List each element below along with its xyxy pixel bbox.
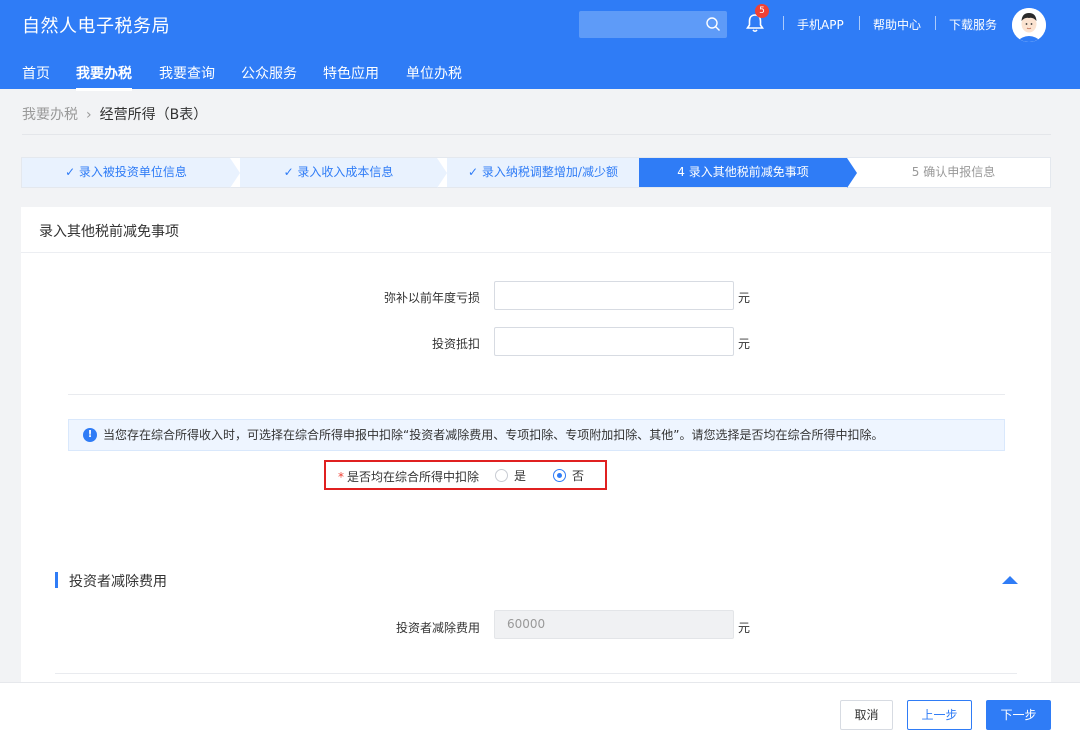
search-input[interactable] (579, 11, 727, 38)
cancel-button[interactable]: 取消 (840, 700, 893, 730)
unit-label: 元 (738, 291, 751, 305)
nav-item-unit-tax[interactable]: 单位办税 (406, 63, 462, 83)
investor-deduction-input: 60000 (494, 610, 734, 639)
radio-no-label[interactable]: 否 (572, 467, 584, 484)
breadcrumb-current: 经营所得（B表） (99, 107, 208, 123)
action-footer: 取消 上一步 下一步 (0, 682, 1080, 737)
form-panel: 录入其他税前减免事项 弥补以前年度亏损 元 投资抵扣 元 ! 当您存在综合所得收… (21, 207, 1051, 687)
header-divider (859, 16, 860, 30)
loss-carryforward-input[interactable] (494, 281, 734, 310)
notice-text: 当您存在综合所得收入时，可选择在综合所得申报中扣除“投资者减除费用、专项扣除、专… (103, 428, 884, 442)
panel-title: 录入其他税前减免事项 (39, 224, 179, 240)
step-2: ✓ 录入收入成本信息 (240, 158, 437, 187)
step-3: ✓ 录入纳税调整增加/减少额 (447, 158, 639, 187)
breadcrumb: 我要办税 › 经营所得（B表） (22, 104, 207, 124)
previous-step-button[interactable]: 上一步 (907, 700, 972, 730)
progress-steps: ✓ 录入被投资单位信息 ✓ 录入收入成本信息 ✓ 录入纳税调整增加/减少额 4 … (21, 157, 1051, 188)
nav-item-home[interactable]: 首页 (22, 63, 50, 83)
search-icon[interactable] (705, 16, 721, 32)
unit-label: 元 (738, 337, 751, 351)
info-notice: ! 当您存在综合所得收入时，可选择在综合所得申报中扣除“投资者减除费用、专项扣除… (68, 419, 1005, 451)
header-divider (783, 16, 784, 30)
user-avatar[interactable] (1012, 8, 1046, 42)
section-divider (55, 673, 1017, 674)
step-1: ✓ 录入被投资单位信息 (22, 158, 230, 187)
radio-yes-label[interactable]: 是 (514, 467, 526, 484)
radio-yes[interactable] (495, 469, 508, 482)
next-step-button[interactable]: 下一步 (986, 700, 1051, 730)
deduction-choice-label: * 是否均在综合所得中扣除 (338, 468, 479, 485)
help-center-link[interactable]: 帮助中心 (873, 16, 921, 33)
form-divider (68, 394, 1005, 395)
section-marker (55, 572, 58, 588)
nav-item-tax-filing[interactable]: 我要办税 (76, 63, 132, 91)
step-separator (230, 158, 240, 188)
section-title: 投资者减除费用 (69, 574, 167, 590)
breadcrumb-parent[interactable]: 我要办税 (22, 107, 78, 123)
investor-deduction-label: 投资者减除费用 (395, 621, 480, 635)
avatar-icon (1012, 8, 1046, 42)
question-text: 是否均在综合所得中扣除 (347, 470, 480, 484)
mobile-app-link[interactable]: 手机APP (797, 16, 844, 33)
collapse-up-icon[interactable] (1002, 576, 1018, 584)
step-5: 5 确认申报信息 (911, 165, 996, 179)
deduction-choice-group: * 是否均在综合所得中扣除 是 否 (324, 460, 607, 490)
required-mark: * (338, 470, 344, 484)
step-separator (847, 158, 857, 188)
download-service-link[interactable]: 下载服务 (949, 16, 997, 33)
header-divider (935, 16, 936, 30)
nav-item-featured-apps[interactable]: 特色应用 (323, 63, 379, 83)
step-4-current: 4 录入其他税前减免事项 (639, 158, 847, 187)
nav-item-query[interactable]: 我要查询 (159, 63, 215, 83)
panel-divider (21, 252, 1051, 253)
chevron-right-icon: › (86, 107, 92, 123)
nav-item-public-service[interactable]: 公众服务 (241, 63, 297, 83)
step-separator (437, 158, 447, 188)
investment-deduction-label: 投资抵扣 (431, 337, 480, 351)
info-icon: ! (83, 428, 97, 442)
radio-no[interactable] (553, 469, 566, 482)
investment-deduction-input[interactable] (494, 327, 734, 356)
breadcrumb-divider (22, 134, 1051, 135)
top-header: 自然人电子税务局 5 手机APP 帮助中心 下载服务 首页 我要办税 我要查询 … (0, 0, 1080, 91)
site-title[interactable]: 自然人电子税务局 (22, 12, 170, 38)
unit-label: 元 (738, 621, 751, 635)
notification-badge: 5 (755, 4, 769, 18)
loss-carryforward-label: 弥补以前年度亏损 (383, 291, 480, 305)
